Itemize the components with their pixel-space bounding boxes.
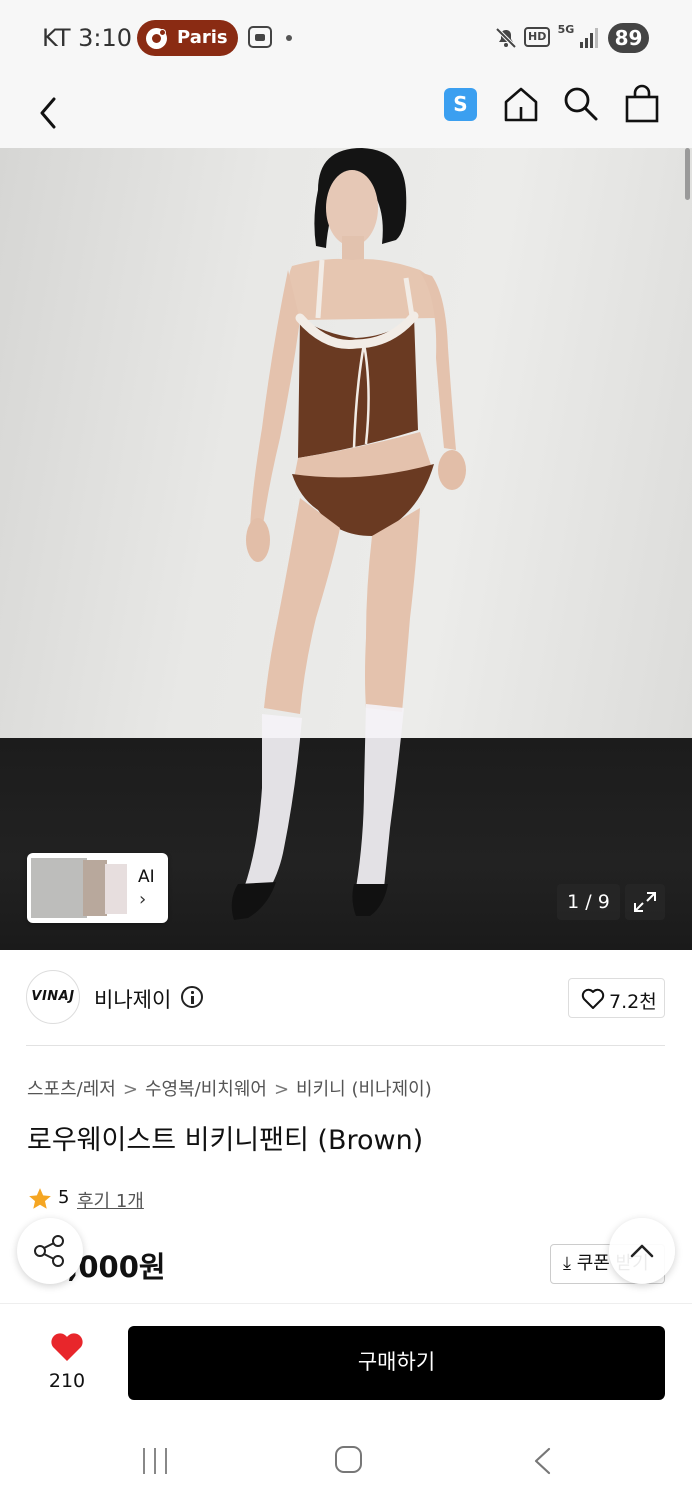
share-button[interactable] <box>17 1218 83 1284</box>
brand-like-count: 7.2천 <box>609 991 657 1013</box>
breadcrumb: 스포츠/레저 > 수영복/비치웨어 > 비키니 (비나제이) <box>27 1075 432 1101</box>
signal-icon <box>580 26 602 48</box>
heart-outline-icon <box>581 988 605 1009</box>
buy-button[interactable]: 구매하기 <box>128 1326 665 1400</box>
heart-filled-icon[interactable] <box>50 1332 84 1362</box>
carrier-time: KT 3:10 <box>42 24 133 52</box>
network-5g-icon: 5G <box>557 23 575 36</box>
product-like-count: 210 <box>48 1370 86 1392</box>
product-title: 로우웨이스트 비키니팬티 (Brown) <box>27 1125 424 1156</box>
live-activity-label: Paris <box>177 27 228 48</box>
status-bar: KT 3:10 Paris HD 5G 89 <box>0 0 692 76</box>
scroll-to-top-button[interactable] <box>609 1218 675 1284</box>
chevron-right-icon: › <box>139 889 147 910</box>
star-icon <box>29 1188 51 1209</box>
image-page-counter: 1 / 9 <box>557 884 620 920</box>
live-activity-pill[interactable]: Paris <box>137 20 238 56</box>
more-notifications-icon <box>286 35 292 41</box>
s-app-icon[interactable]: S <box>444 88 477 121</box>
hd-voice-icon: HD <box>524 27 551 47</box>
mute-icon <box>495 27 517 49</box>
home-icon[interactable] <box>503 85 539 123</box>
location-icon <box>146 28 167 49</box>
system-nav-bar <box>0 1421 692 1500</box>
review-link[interactable]: 후기 1개 <box>77 1187 144 1213</box>
back-icon[interactable] <box>30 86 70 136</box>
info-icon[interactable] <box>181 986 203 1008</box>
thumbnail-image <box>31 858 87 918</box>
top-nav: S <box>0 76 692 148</box>
thumbnail-image <box>105 864 127 914</box>
battery-indicator: 89 <box>608 23 649 53</box>
breadcrumb-item[interactable]: 비키니 (비나제이) <box>296 1079 432 1100</box>
share-icon <box>34 1235 64 1267</box>
purchase-bar: 210 구매하기 <box>0 1303 692 1421</box>
page-scrollbar[interactable] <box>685 148 690 200</box>
recent-apps-icon[interactable] <box>143 1448 167 1474</box>
system-back-icon[interactable] <box>532 1447 552 1475</box>
chevron-up-icon <box>630 1244 654 1258</box>
divider <box>26 1045 665 1046</box>
brand-like-button[interactable]: 7.2천 <box>568 978 665 1018</box>
ai-label: AI <box>138 867 155 887</box>
rating-value: 5 <box>58 1187 70 1208</box>
thumbnail-image <box>83 860 107 916</box>
breadcrumb-item[interactable]: 수영복/비치웨어 <box>145 1079 267 1100</box>
gallery-notification-icon <box>248 26 272 48</box>
brand-logo[interactable]: VINAJ <box>26 970 80 1024</box>
download-icon: ⤓ <box>563 1253 571 1274</box>
home-button-icon[interactable] <box>335 1446 362 1473</box>
shopping-bag-icon[interactable] <box>624 84 660 124</box>
breadcrumb-item[interactable]: 스포츠/레저 <box>27 1079 116 1100</box>
search-icon[interactable] <box>562 85 600 123</box>
breadcrumb-separator: > <box>273 1079 290 1100</box>
expand-icon[interactable] <box>625 884 665 920</box>
product-photo-model <box>231 148 466 920</box>
breadcrumb-separator: > <box>122 1079 138 1100</box>
ai-styling-thumbnail[interactable]: AI › <box>27 853 168 923</box>
brand-name[interactable]: 비나제이 <box>94 984 171 1014</box>
product-image-carousel[interactable]: AI › 1 / 9 <box>0 148 692 950</box>
